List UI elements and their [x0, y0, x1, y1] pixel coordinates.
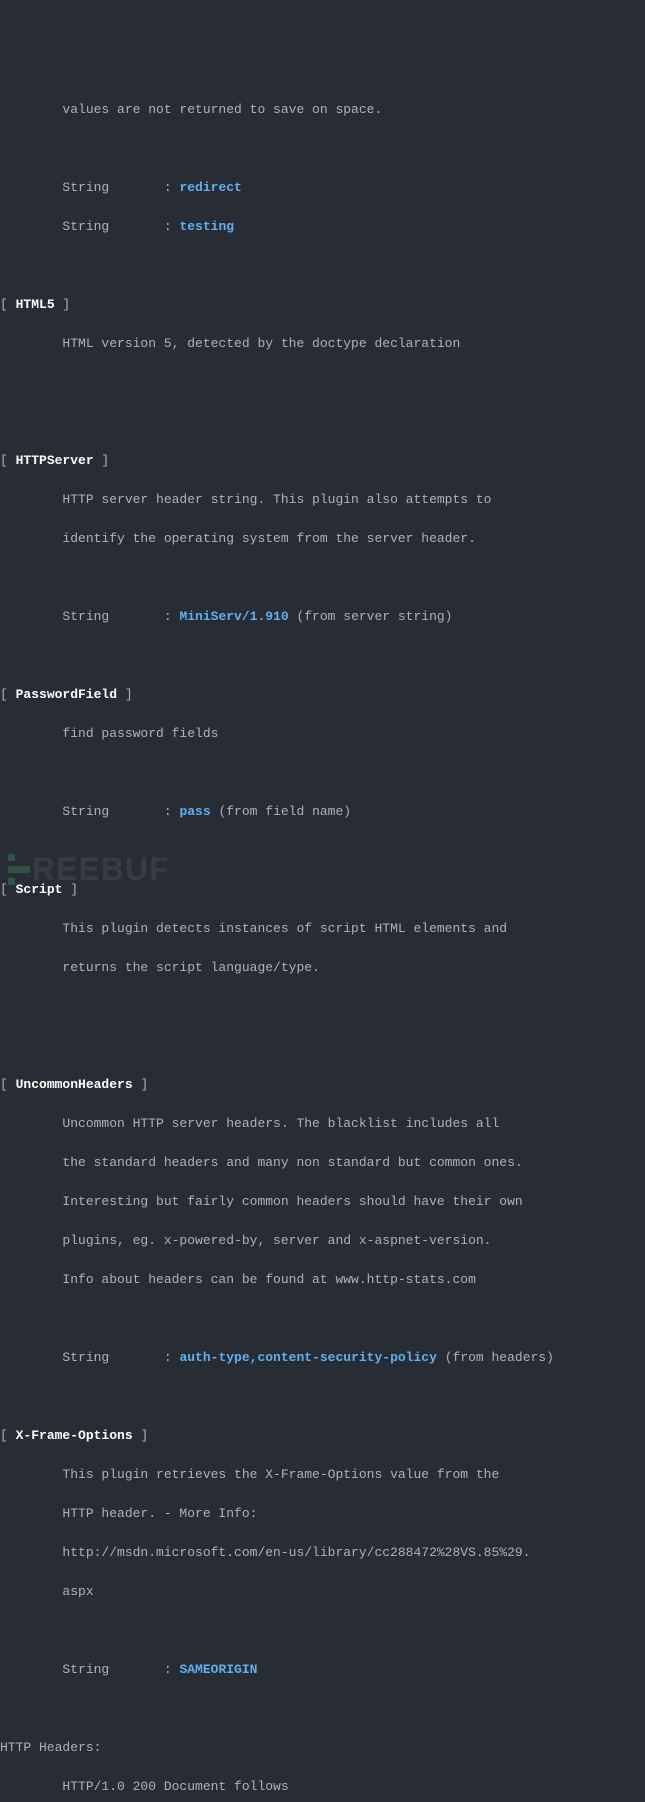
http-headers-title: HTTP Headers: [0, 1738, 645, 1758]
value-sameorigin: SAMEORIGIN [179, 1662, 257, 1677]
value-redirect: redirect [179, 180, 241, 195]
value-pass: pass [179, 804, 210, 819]
header-line: HTTP/1.0 200 Document follows [0, 1777, 645, 1797]
section-passwordfield: PasswordField [16, 687, 117, 702]
terminal-output: values are not returned to save on space… [0, 80, 645, 1802]
value-authtype-csp: auth-type,content-security-policy [179, 1350, 436, 1365]
section-uncommonheaders: UncommonHeaders [16, 1077, 133, 1092]
watermark-text: REEBUF [32, 845, 170, 893]
watermark-icon [8, 854, 30, 885]
value-miniserv: MiniServ/1.910 [179, 609, 288, 624]
intro-line: values are not returned to save on space… [0, 100, 645, 120]
value-testing: testing [179, 219, 234, 234]
section-httpserver: HTTPServer [16, 453, 94, 468]
watermark-logo: REEBUF [8, 845, 170, 893]
section-xframeoptions: X-Frame-Options [16, 1428, 133, 1443]
section-html5: HTML5 [16, 297, 55, 312]
